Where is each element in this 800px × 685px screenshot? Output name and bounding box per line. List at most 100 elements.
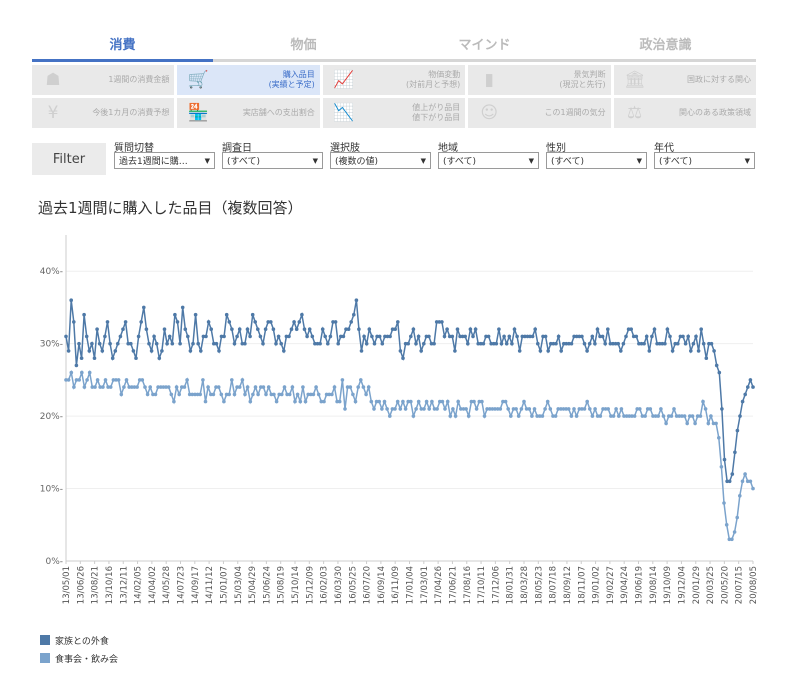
survey-date-select[interactable]: (すべて) ▼ — [222, 152, 323, 169]
tab-prices[interactable]: 物価 — [213, 28, 394, 62]
data-point — [333, 320, 338, 324]
topic-price-change[interactable]: 📈 物価変動 (対前月と予想) — [322, 65, 466, 95]
data-point — [659, 407, 663, 411]
data-point — [122, 385, 126, 389]
data-point — [272, 392, 276, 397]
topic-spending-forecast[interactable]: ¥ 今後1カ月の消費予想 — [32, 98, 175, 128]
dropdown-arrow-icon: ▼ — [528, 156, 534, 165]
data-point — [328, 334, 333, 339]
data-point — [588, 407, 592, 411]
data-point — [175, 320, 180, 324]
tab-consumption[interactable]: 消費 — [32, 28, 213, 62]
x-tick-label: 17/06/21 — [448, 566, 458, 604]
data-point — [178, 341, 182, 346]
data-point — [453, 349, 457, 353]
x-tick-label: 15/03/04 — [234, 566, 244, 604]
data-point — [538, 349, 543, 353]
data-point — [243, 392, 247, 397]
topic-weekly-mood[interactable]: ☺ この1週間の気分 — [468, 98, 611, 128]
data-point — [294, 327, 299, 331]
x-tick-label: 20/03/25 — [706, 566, 716, 604]
data-point — [509, 414, 513, 418]
data-point — [559, 349, 563, 353]
data-point — [119, 392, 124, 397]
data-point — [245, 327, 250, 331]
topic-label: 国政に対する関心 — [687, 75, 752, 84]
data-point — [401, 356, 405, 360]
parliament-icon: 🏛 — [623, 70, 646, 90]
topic-economy-outlook[interactable]: ▮ 景気判断 (現況と先行) — [468, 65, 611, 95]
x-tick-label: 15/04/29 — [248, 566, 258, 604]
data-point — [669, 414, 674, 418]
topic-store-share[interactable]: 🏪 実店舗への支出割合 — [177, 98, 320, 128]
data-point — [714, 421, 718, 426]
topic-purchased-items[interactable]: 🛒 購入品目 (実績と予定) — [177, 65, 320, 95]
data-point — [440, 399, 445, 404]
tab-mind[interactable]: マインド — [394, 28, 575, 62]
data-point — [696, 349, 701, 353]
legend-item[interactable]: 家族との外食 — [40, 631, 118, 649]
data-point — [274, 399, 279, 404]
data-point — [237, 327, 242, 331]
data-point — [348, 385, 353, 389]
data-point — [287, 392, 292, 397]
data-point — [530, 334, 535, 339]
age-select[interactable]: (すべて) ▼ — [654, 152, 755, 169]
gender-select[interactable]: (すべて) ▼ — [546, 152, 647, 169]
region-select[interactable]: (すべて) ▼ — [438, 152, 539, 169]
tab-politics[interactable]: 政治意識 — [575, 28, 756, 62]
y-tick-label: 40%- — [40, 267, 63, 277]
data-point — [463, 334, 468, 339]
topic-policy-interest[interactable]: ⚖ 関心のある政策領域 — [613, 98, 757, 128]
topic-label: 景気判断 (現況と先行) — [559, 70, 606, 89]
data-point — [424, 399, 429, 404]
data-point — [274, 341, 278, 346]
store-icon: 🏪 — [187, 103, 209, 123]
data-point — [722, 501, 726, 505]
data-point — [293, 399, 297, 404]
data-point — [619, 349, 623, 353]
x-tick-label: 17/10/11 — [477, 566, 487, 604]
data-point — [746, 385, 750, 389]
options-select[interactable]: (複数の値) ▼ — [330, 152, 431, 169]
data-point — [216, 385, 221, 389]
data-point — [427, 407, 432, 411]
data-point — [264, 392, 268, 397]
data-point — [656, 414, 660, 418]
data-point — [196, 341, 200, 346]
data-point — [302, 327, 307, 331]
data-point — [72, 320, 76, 324]
x-tick-label: 20/01/29 — [692, 566, 702, 604]
data-point — [90, 341, 94, 346]
data-point — [585, 399, 589, 404]
data-point — [743, 392, 747, 397]
legend-item[interactable]: 食事会・飲み会 — [40, 649, 118, 667]
topic-price-up-down[interactable]: 📉 値上がり品目 値下がり品目 — [322, 98, 466, 128]
data-point — [582, 407, 587, 411]
dropdown-arrow-icon: ▼ — [204, 156, 210, 165]
data-point — [403, 407, 408, 411]
filter-button[interactable]: Filter — [32, 143, 106, 175]
x-tick-label: 15/08/19 — [277, 566, 287, 604]
data-point — [258, 334, 263, 339]
data-point — [435, 407, 439, 411]
topic-label: 物価変動 (対前月と予想) — [405, 70, 461, 89]
data-point — [569, 341, 574, 346]
data-point — [606, 327, 610, 331]
topic-weekly-spending[interactable]: ☗ 1週間の消費金額 — [32, 65, 175, 95]
data-point — [337, 399, 342, 404]
question-select[interactable]: 過去1週間に購… ▼ — [114, 152, 215, 169]
topic-grid: ☗ 1週間の消費金額 🛒 購入品目 (実績と予定) 📈 物価変動 (対前月と予想) ▮… — [32, 65, 757, 131]
x-tick-label: 13/08/21 — [91, 566, 101, 604]
data-point — [629, 327, 633, 331]
data-point — [93, 385, 97, 389]
data-point — [738, 494, 742, 498]
data-point — [665, 327, 670, 331]
bar-chart-icon: ▮ — [484, 70, 494, 90]
x-tick-label: 14/04/02 — [148, 566, 158, 604]
dropdown-arrow-icon: ▼ — [312, 156, 318, 165]
x-tick-label: 16/11/09 — [391, 566, 401, 604]
data-point — [206, 320, 211, 324]
topic-politics-interest[interactable]: 🏛 国政に対する関心 — [613, 65, 757, 95]
data-point — [582, 341, 587, 346]
